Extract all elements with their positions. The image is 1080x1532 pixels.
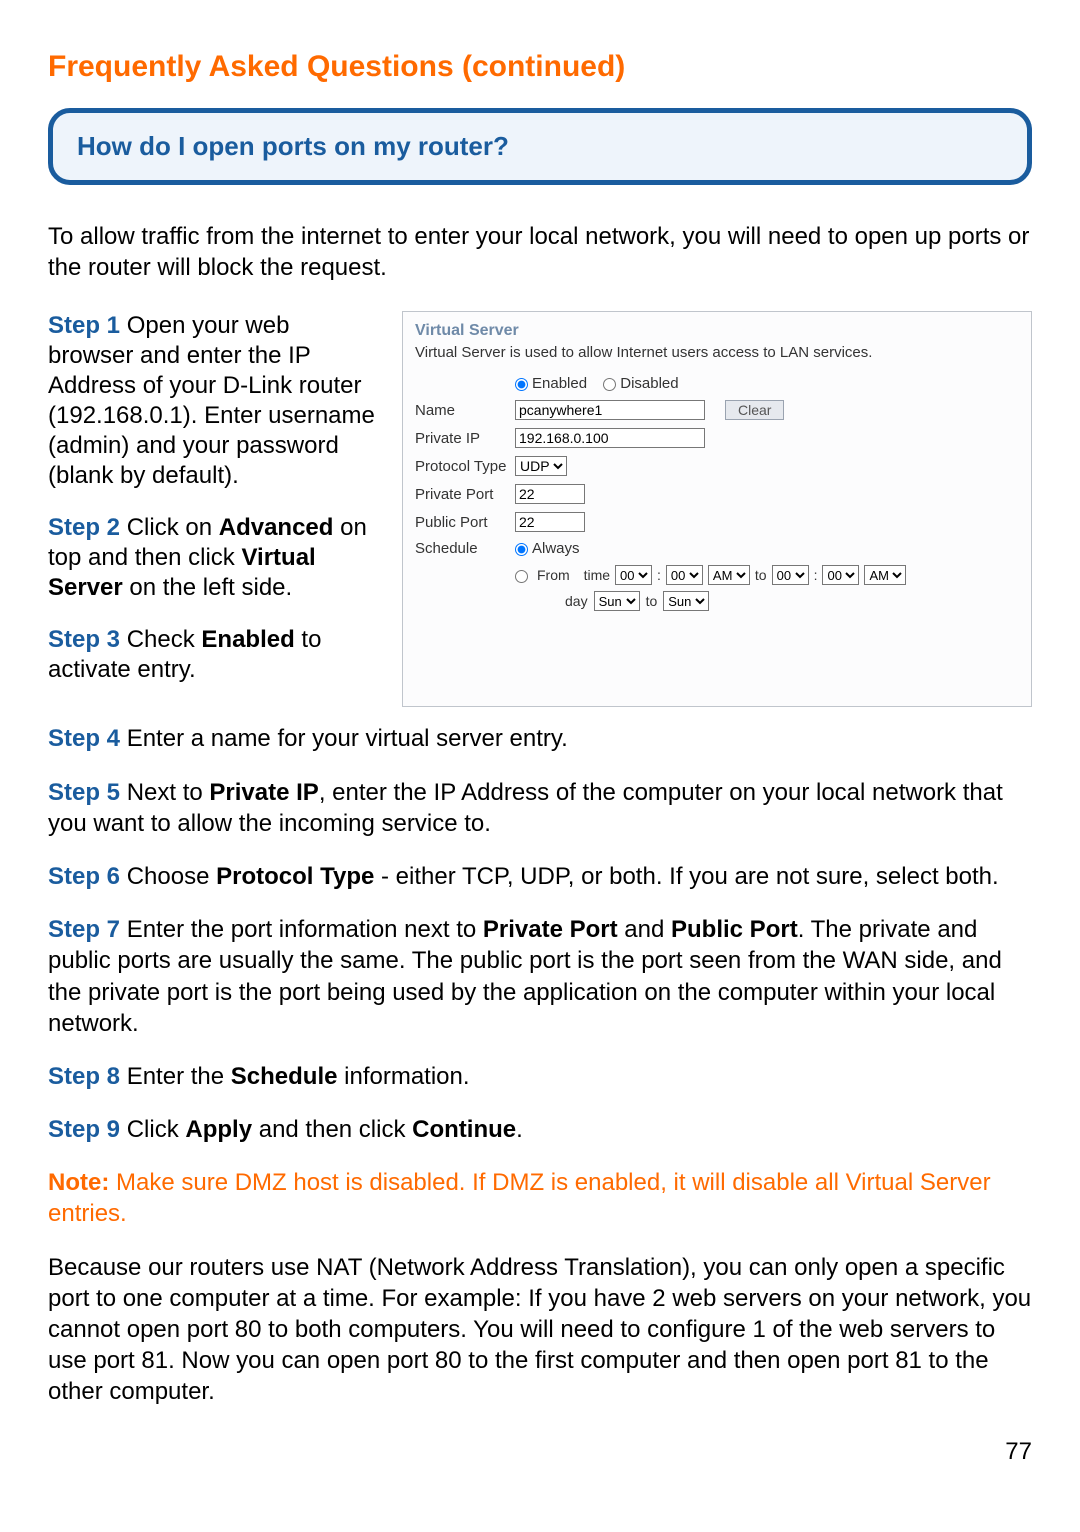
- vs-schedule-always[interactable]: Always: [515, 540, 580, 557]
- step-9: Step 9 Click Apply and then click Contin…: [48, 1114, 1032, 1145]
- intro-text: To allow traffic from the internet to en…: [48, 221, 1032, 283]
- question-box: How do I open ports on my router?: [48, 108, 1032, 185]
- vs-time-m1[interactable]: 00: [666, 565, 703, 585]
- vs-title: Virtual Server: [415, 322, 1019, 340]
- vs-disabled-radio[interactable]: Disabled: [603, 375, 678, 392]
- closing-text: Because our routers use NAT (Network Add…: [48, 1252, 1032, 1408]
- vs-private-ip-label: Private IP: [415, 430, 515, 447]
- step-7: Step 7 Enter the port information next t…: [48, 914, 1032, 1039]
- step-2: Step 2 Click on Advanced on top and then…: [48, 513, 378, 603]
- vs-protocol-select[interactable]: UDP: [515, 456, 567, 476]
- vs-schedule-from-radio[interactable]: [515, 567, 532, 583]
- vs-time-h2[interactable]: 00: [772, 565, 809, 585]
- vs-private-port-label: Private Port: [415, 486, 515, 503]
- page-title: Frequently Asked Questions (continued): [48, 50, 1032, 84]
- vs-time-ap2[interactable]: AM: [864, 565, 906, 585]
- note: Note: Make sure DMZ host is disabled. If…: [48, 1167, 1032, 1229]
- vs-public-port-label: Public Port: [415, 514, 515, 531]
- page-number: 77: [48, 1438, 1032, 1466]
- vs-private-port-input[interactable]: [515, 484, 585, 504]
- step-1-label: Step 1: [48, 312, 120, 339]
- vs-name-input[interactable]: [515, 400, 705, 420]
- vs-public-port-input[interactable]: [515, 512, 585, 532]
- question-text: How do I open ports on my router?: [77, 131, 1003, 162]
- step-2-label: Step 2: [48, 514, 120, 541]
- step-8: Step 8 Enter the Schedule information.: [48, 1061, 1032, 1092]
- vs-private-ip-input[interactable]: [515, 428, 705, 448]
- vs-protocol-label: Protocol Type: [415, 458, 515, 475]
- step-3-label: Step 3: [48, 626, 120, 653]
- vs-schedule-day-row: day Sun to Sun: [565, 591, 1019, 611]
- vs-time-ap1[interactable]: AM: [708, 565, 750, 585]
- vs-desc: Virtual Server is used to allow Internet…: [415, 344, 1019, 361]
- vs-schedule-label: Schedule: [415, 540, 515, 557]
- step-3: Step 3 Check Enabled to activate entry.: [48, 625, 378, 685]
- vs-day-from[interactable]: Sun: [594, 591, 640, 611]
- vs-enabled-radio[interactable]: Enabled: [515, 375, 587, 392]
- step-1: Step 1 Open your web browser and enter t…: [48, 311, 378, 491]
- virtual-server-panel: Virtual Server Virtual Server is used to…: [402, 311, 1032, 707]
- step-6: Step 6 Choose Protocol Type - either TCP…: [48, 861, 1032, 892]
- step-5: Step 5 Next to Private IP, enter the IP …: [48, 777, 1032, 839]
- vs-time-h1[interactable]: 00: [615, 565, 652, 585]
- vs-clear-button[interactable]: Clear: [725, 400, 784, 420]
- step-4: Step 4 Enter a name for your virtual ser…: [48, 723, 1032, 754]
- vs-time-m2[interactable]: 00: [822, 565, 859, 585]
- vs-day-to[interactable]: Sun: [663, 591, 709, 611]
- vs-schedule-from-row: From time 00: 00 AM to 00: 00 AM: [515, 565, 1019, 585]
- vs-name-label: Name: [415, 402, 515, 419]
